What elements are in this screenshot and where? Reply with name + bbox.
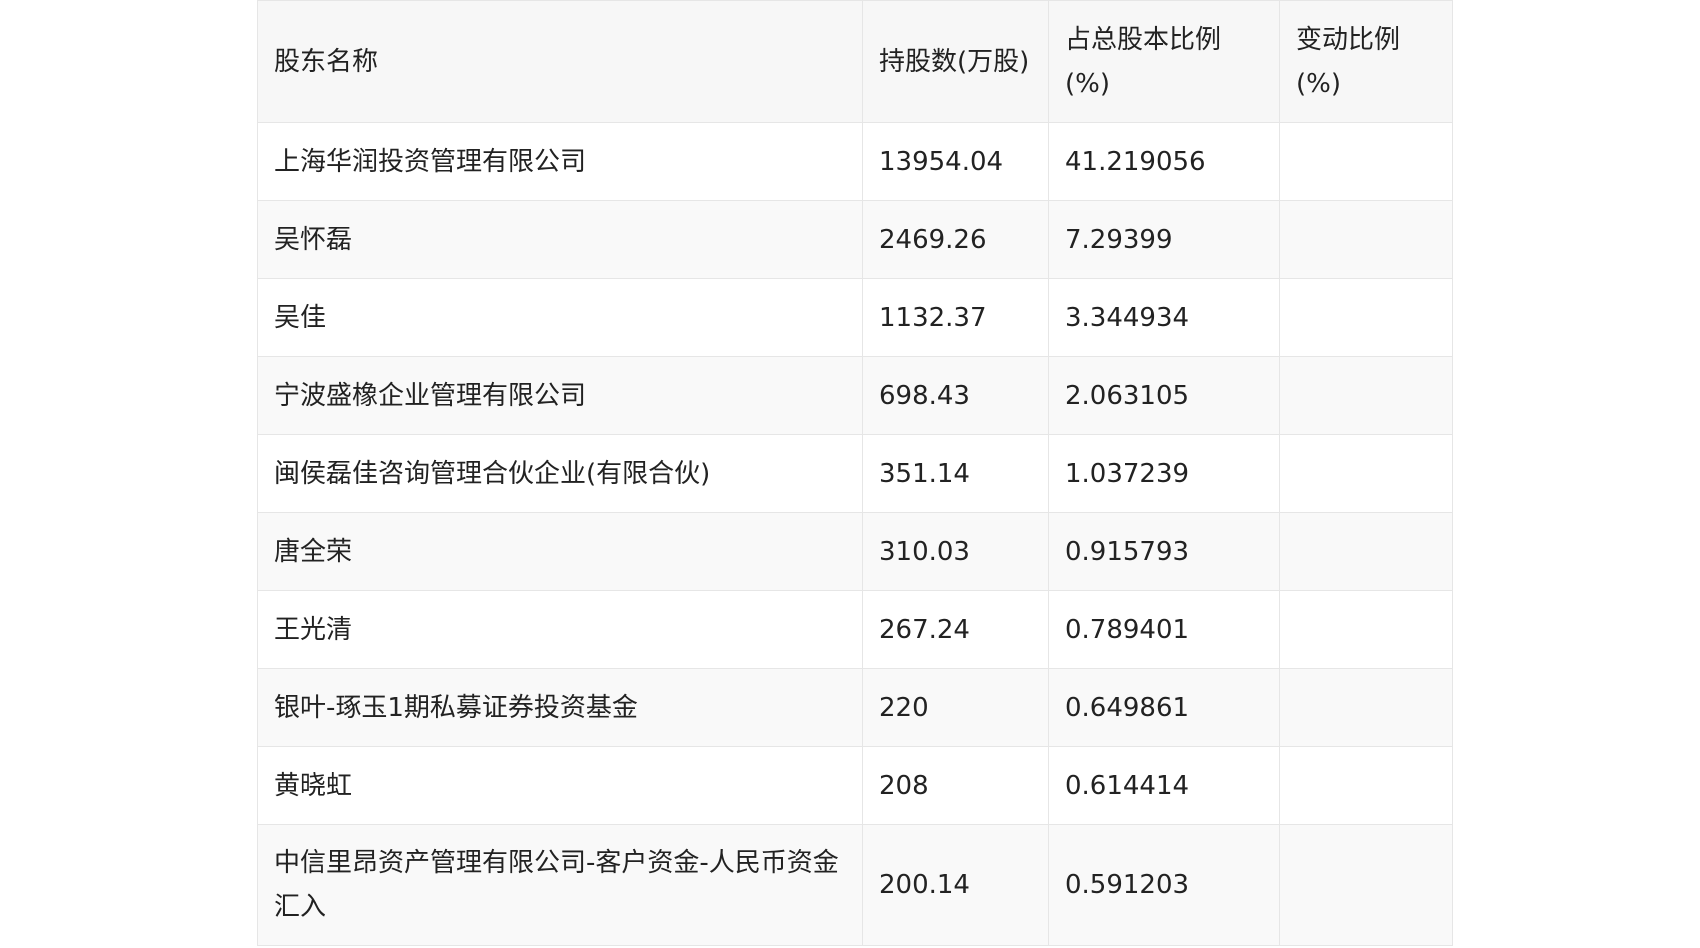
cell-shares: 208 xyxy=(862,746,1049,825)
table-row: 银叶-琢玉1期私募证券投资基金 220 0.649861 xyxy=(257,668,1453,747)
table-row: 王光清 267.24 0.789401 xyxy=(257,590,1453,669)
cell-shares: 200.14 xyxy=(862,824,1049,946)
cell-name: 中信里昂资产管理有限公司-客户资金-人民币资金汇入 xyxy=(257,824,863,946)
table-row: 中信里昂资产管理有限公司-客户资金-人民币资金汇入 200.14 0.59120… xyxy=(257,824,1453,946)
table-row: 宁波盛橡企业管理有限公司 698.43 2.063105 xyxy=(257,356,1453,435)
table-row: 唐全荣 310.03 0.915793 xyxy=(257,512,1453,591)
table-header: 股东名称 持股数(万股) 占总股本比例(%) 变动比例(%) xyxy=(257,0,1453,123)
cell-shares: 2469.26 xyxy=(862,200,1049,279)
table-body: 上海华润投资管理有限公司 13954.04 41.219056 吴怀磊 2469… xyxy=(257,122,1453,946)
cell-change xyxy=(1279,200,1453,279)
cell-ratio: 1.037239 xyxy=(1048,434,1280,513)
cell-ratio: 41.219056 xyxy=(1048,122,1280,201)
cell-ratio: 3.344934 xyxy=(1048,278,1280,357)
cell-shares: 310.03 xyxy=(862,512,1049,591)
cell-change xyxy=(1279,746,1453,825)
cell-name: 王光清 xyxy=(257,590,863,669)
cell-change xyxy=(1279,590,1453,669)
cell-change xyxy=(1279,434,1453,513)
cell-name: 宁波盛橡企业管理有限公司 xyxy=(257,356,863,435)
cell-shares: 220 xyxy=(862,668,1049,747)
table-row: 黄晓虹 208 0.614414 xyxy=(257,746,1453,825)
table-row: 闽侯磊佳咨询管理合伙企业(有限合伙) 351.14 1.037239 xyxy=(257,434,1453,513)
cell-shares: 13954.04 xyxy=(862,122,1049,201)
cell-name: 吴佳 xyxy=(257,278,863,357)
cell-change xyxy=(1279,356,1453,435)
cell-ratio: 2.063105 xyxy=(1048,356,1280,435)
cell-ratio: 0.915793 xyxy=(1048,512,1280,591)
table-row: 吴怀磊 2469.26 7.29399 xyxy=(257,200,1453,279)
header-shareholder-name: 股东名称 xyxy=(257,0,863,123)
cell-change xyxy=(1279,512,1453,591)
cell-name: 上海华润投资管理有限公司 xyxy=(257,122,863,201)
cell-name: 吴怀磊 xyxy=(257,200,863,279)
cell-ratio: 0.649861 xyxy=(1048,668,1280,747)
cell-change xyxy=(1279,122,1453,201)
cell-shares: 698.43 xyxy=(862,356,1049,435)
cell-name: 闽侯磊佳咨询管理合伙企业(有限合伙) xyxy=(257,434,863,513)
header-row: 股东名称 持股数(万股) 占总股本比例(%) 变动比例(%) xyxy=(257,0,1453,123)
table-row: 吴佳 1132.37 3.344934 xyxy=(257,278,1453,357)
cell-ratio: 0.591203 xyxy=(1048,824,1280,946)
header-share-ratio: 占总股本比例(%) xyxy=(1048,0,1280,123)
cell-ratio: 0.789401 xyxy=(1048,590,1280,669)
shareholder-table-container: 股东名称 持股数(万股) 占总股本比例(%) 变动比例(%) 上海华润投资管理有… xyxy=(257,0,1453,946)
cell-name: 唐全荣 xyxy=(257,512,863,591)
cell-change xyxy=(1279,824,1453,946)
cell-name: 银叶-琢玉1期私募证券投资基金 xyxy=(257,668,863,747)
cell-shares: 267.24 xyxy=(862,590,1049,669)
cell-change xyxy=(1279,278,1453,357)
header-change-ratio: 变动比例(%) xyxy=(1279,0,1453,123)
table-row: 上海华润投资管理有限公司 13954.04 41.219056 xyxy=(257,122,1453,201)
cell-ratio: 0.614414 xyxy=(1048,746,1280,825)
cell-name: 黄晓虹 xyxy=(257,746,863,825)
shareholder-table: 股东名称 持股数(万股) 占总股本比例(%) 变动比例(%) 上海华润投资管理有… xyxy=(257,0,1453,946)
cell-shares: 1132.37 xyxy=(862,278,1049,357)
cell-shares: 351.14 xyxy=(862,434,1049,513)
cell-ratio: 7.29399 xyxy=(1048,200,1280,279)
header-shares-held: 持股数(万股) xyxy=(862,0,1049,123)
cell-change xyxy=(1279,668,1453,747)
